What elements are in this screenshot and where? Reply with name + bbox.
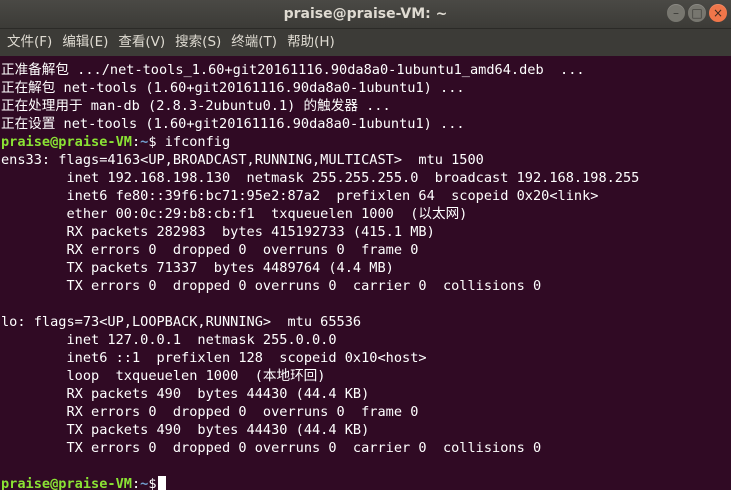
output-line: RX errors 0 dropped 0 overruns 0 frame 0 [1, 242, 419, 258]
close-icon[interactable]: × [709, 4, 727, 22]
terminal-output[interactable]: 正准备解包 .../net-tools_1.60+git20161116.90d… [0, 56, 731, 490]
output-line: inet6 ::1 prefixlen 128 scopeid 0x10<hos… [1, 350, 427, 366]
output-line: inet 127.0.0.1 netmask 255.0.0.0 [1, 332, 337, 348]
window-title: praise@praise-VM: ~ [283, 6, 448, 22]
prompt-line: praise@praise-VM:~$ ifconfig [1, 133, 731, 151]
output-line: TX packets 71337 bytes 4489764 (4.4 MB) [1, 260, 394, 276]
command-text: ifconfig [156, 134, 231, 150]
output-line: 正在解包 net-tools (1.60+git20161116.90da8a0… [1, 80, 465, 96]
output-line: 正准备解包 .../net-tools_1.60+git20161116.90d… [1, 62, 585, 78]
menu-help[interactable]: 帮助(H) [282, 29, 340, 56]
output-line: inet6 fe80::39f6:bc71:95e2:87a2 prefixle… [1, 188, 599, 204]
prompt-symbol: $ [148, 134, 157, 150]
prompt-symbol: $ [148, 476, 157, 490]
output-line: TX errors 0 dropped 0 overruns 0 carrier… [1, 440, 542, 456]
output-line: RX packets 490 bytes 44430 (44.4 KB) [1, 386, 370, 402]
output-line: lo: flags=73<UP,LOOPBACK,RUNNING> mtu 65… [1, 314, 362, 330]
prompt-separator: : [131, 476, 141, 490]
menu-file[interactable]: 文件(F) [2, 29, 57, 56]
output-line: ether 00:0c:29:b8:cb:f1 txqueuelen 1000 … [1, 206, 468, 222]
prompt-line: praise@praise-VM:~$ [1, 475, 731, 490]
minimize-icon[interactable]: – [667, 4, 685, 22]
prompt-user: praise@praise-VM [1, 476, 132, 490]
menu-view[interactable]: 查看(V) [113, 29, 170, 56]
prompt-separator: : [131, 134, 141, 150]
menu-edit[interactable]: 编辑(E) [57, 29, 113, 56]
menu-search[interactable]: 搜索(S) [170, 29, 226, 56]
output-line: TX errors 0 dropped 0 overruns 0 carrier… [1, 278, 542, 294]
maximize-icon[interactable]: □ [688, 4, 706, 22]
output-line: ens33: flags=4163<UP,BROADCAST,RUNNING,M… [1, 152, 484, 168]
menu-terminal[interactable]: 终端(T) [226, 29, 282, 56]
menu-bar: 文件(F) 编辑(E) 查看(V) 搜索(S) 终端(T) 帮助(H) [0, 29, 731, 56]
title-bar[interactable]: praise@praise-VM: ~ – □ × [0, 0, 731, 29]
terminal-window: praise@praise-VM: ~ – □ × 文件(F) 编辑(E) 查看… [0, 0, 731, 490]
cursor [157, 476, 166, 490]
prompt-user: praise@praise-VM [1, 134, 132, 150]
output-line: 正在处理用于 man-db (2.8.3-2ubuntu0.1) 的触发器 ..… [1, 98, 391, 114]
output-line: inet 192.168.198.130 netmask 255.255.255… [1, 170, 640, 186]
output-line: RX errors 0 dropped 0 overruns 0 frame 0 [1, 404, 419, 420]
output-line: loop txqueuelen 1000 (本地环回) [1, 368, 326, 384]
output-line: 正在设置 net-tools (1.60+git20161116.90da8a0… [1, 116, 465, 132]
window-controls: – □ × [667, 4, 727, 22]
output-line: RX packets 282983 bytes 415192733 (415.1… [1, 224, 435, 240]
output-line: TX packets 490 bytes 44430 (44.4 KB) [1, 422, 370, 438]
